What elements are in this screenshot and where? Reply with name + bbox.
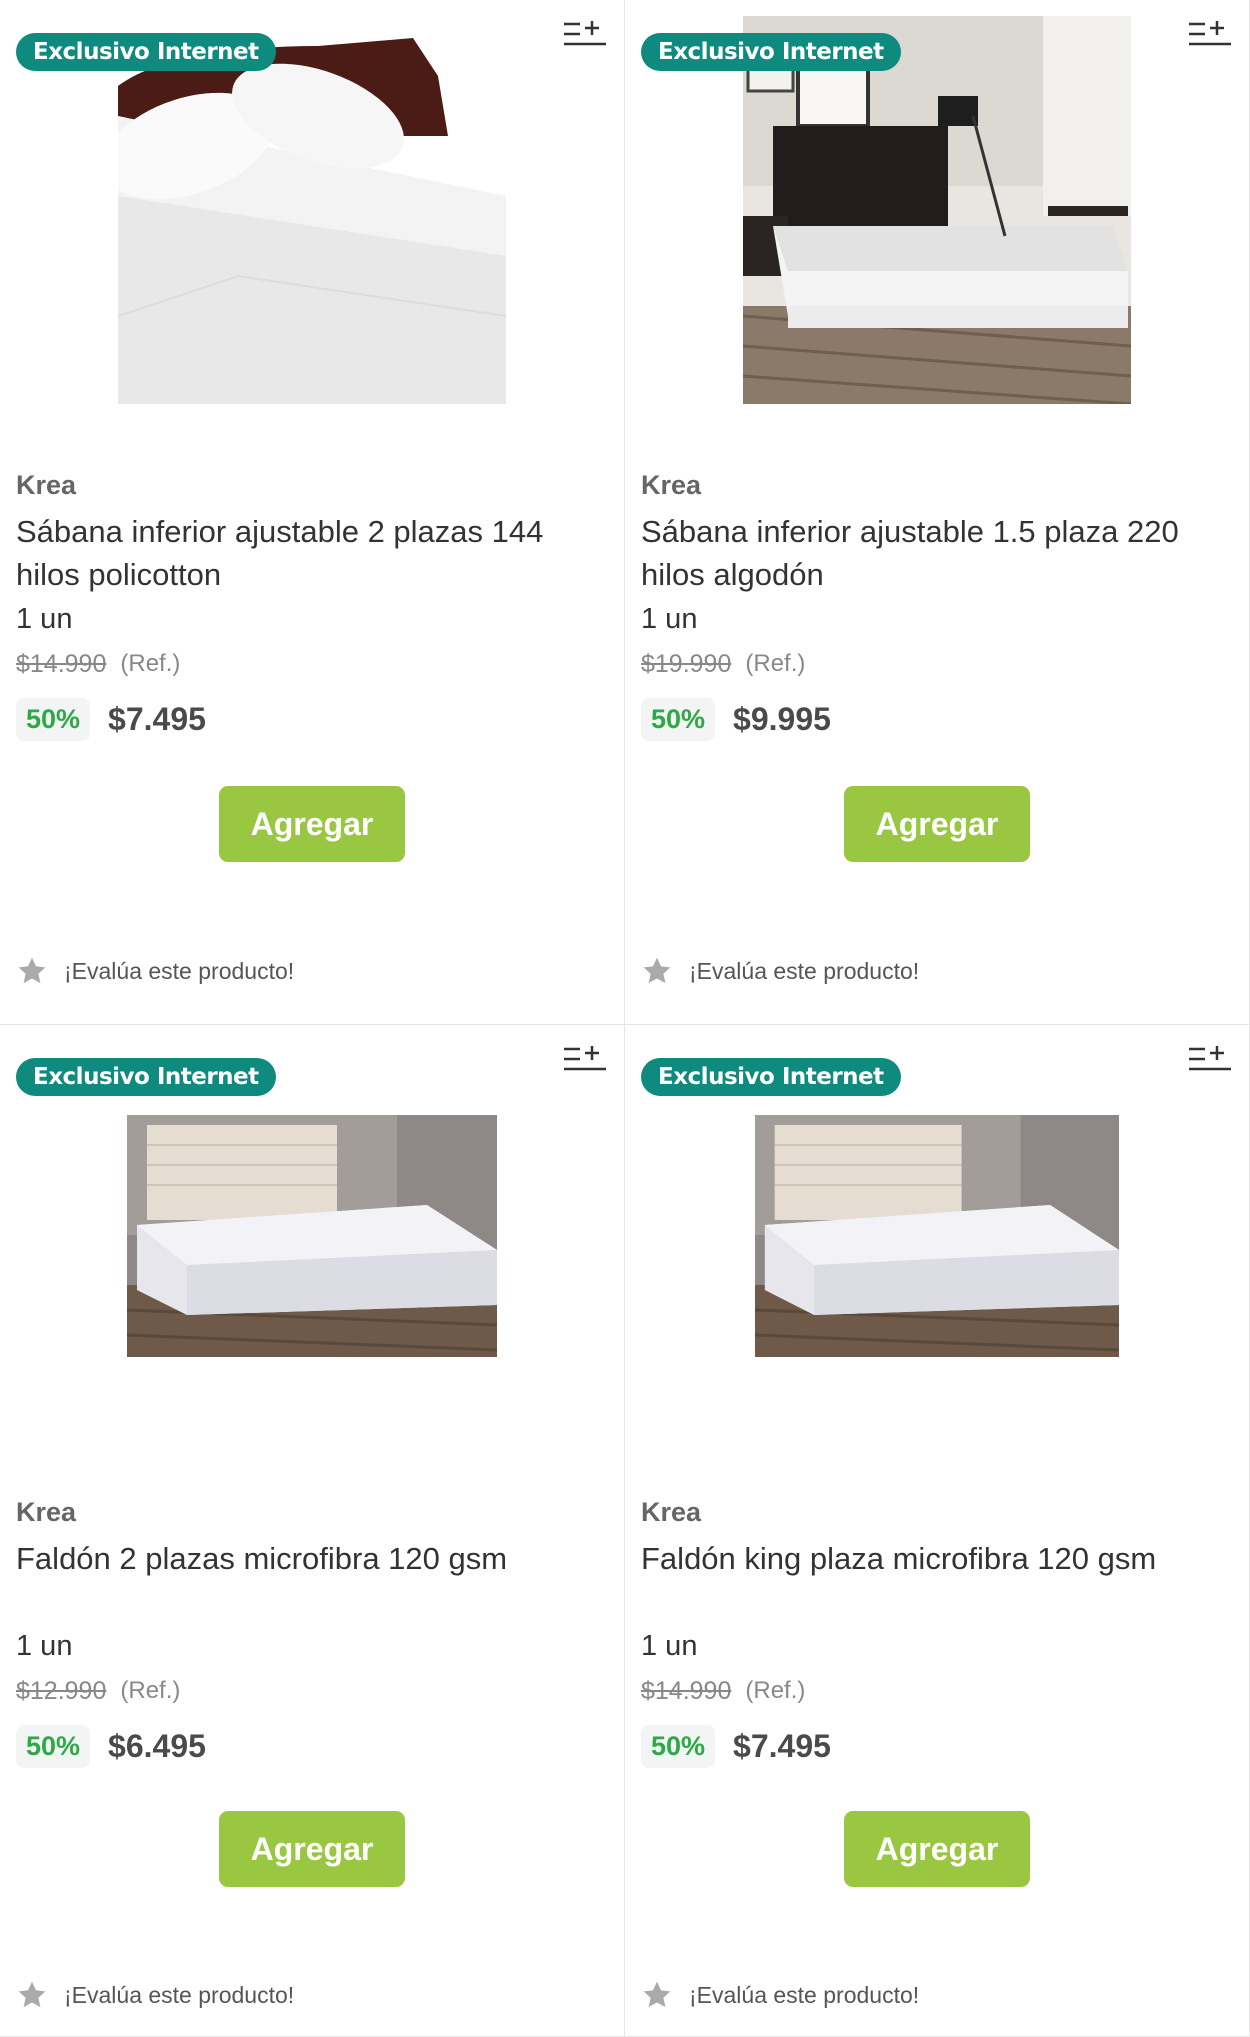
brand-name: Krea [16, 1497, 77, 1527]
product-info: Krea Sábana inferior ajustable 1.5 plaza… [641, 470, 1229, 744]
rating-row[interactable]: ¡Evalúa este producto! [16, 955, 294, 987]
sale-price: $7.495 [108, 700, 206, 737]
product-quantity: 1 un [16, 1630, 73, 1662]
product-quantity: 1 un [641, 1630, 698, 1662]
reference-price: $12.990 [16, 1676, 107, 1705]
product-card[interactable]: Exclusivo Internet Krea Sábana inferior … [0, 0, 625, 1025]
reference-price-row: $14.990 (Ref.) [16, 646, 604, 682]
price-row: 50% $6.495 [16, 1721, 604, 1771]
exclusive-badge: Exclusivo Internet [641, 33, 901, 71]
product-card[interactable]: Exclusivo Internet Krea Faldón king plaz… [625, 1025, 1250, 2037]
add-to-list-icon[interactable] [1187, 18, 1233, 52]
brand-name: Krea [641, 470, 702, 500]
rate-product-link[interactable]: ¡Evalúa este producto! [64, 1982, 294, 2009]
discount-badge: 50% [16, 697, 91, 741]
reference-price: $14.990 [16, 649, 107, 678]
product-grid: Exclusivo Internet Krea Sábana inferior … [0, 0, 1250, 2037]
product-image[interactable] [118, 16, 506, 404]
rating-row[interactable]: ¡Evalúa este producto! [641, 955, 919, 987]
product-name[interactable]: Faldón king plaza microfibra 120 gsm [641, 1537, 1229, 1623]
discount-badge: 50% [641, 697, 716, 741]
add-to-cart-button[interactable]: Agregar [219, 1811, 405, 1887]
reference-price-row: $14.990 (Ref.) [641, 1673, 1229, 1709]
discount-badge: 50% [641, 1724, 716, 1768]
price-row: 50% $9.995 [641, 694, 1229, 744]
add-to-list-icon[interactable] [1187, 1043, 1233, 1077]
star-icon[interactable] [641, 1979, 673, 2011]
product-quantity: 1 un [16, 603, 73, 635]
rate-product-link[interactable]: ¡Evalúa este producto! [64, 958, 294, 985]
brand-name: Krea [641, 1497, 702, 1527]
rating-row[interactable]: ¡Evalúa este producto! [16, 1979, 294, 2011]
add-to-cart-button[interactable]: Agregar [844, 1811, 1030, 1887]
product-name[interactable]: Sábana inferior ajustable 1.5 plaza 220 … [641, 510, 1229, 596]
product-image[interactable] [743, 16, 1131, 404]
product-image[interactable] [127, 1115, 497, 1357]
discount-badge: 50% [16, 1724, 91, 1768]
exclusive-badge: Exclusivo Internet [16, 1058, 276, 1096]
reference-price-row: $12.990 (Ref.) [16, 1673, 604, 1709]
product-name[interactable]: Sábana inferior ajustable 2 plazas 144 h… [16, 510, 604, 596]
price-row: 50% $7.495 [641, 1721, 1229, 1771]
star-icon[interactable] [641, 955, 673, 987]
exclusive-badge: Exclusivo Internet [641, 1058, 901, 1096]
sale-price: $9.995 [733, 700, 831, 737]
sale-price: $7.495 [733, 1727, 831, 1764]
star-icon[interactable] [16, 1979, 48, 2011]
exclusive-badge: Exclusivo Internet [16, 33, 276, 71]
sale-price: $6.495 [108, 1727, 206, 1764]
price-row: 50% $7.495 [16, 694, 604, 744]
reference-label: (Ref.) [120, 650, 181, 677]
product-info: Krea Sábana inferior ajustable 2 plazas … [16, 470, 604, 744]
product-image[interactable] [755, 1115, 1119, 1357]
add-to-cart-button[interactable]: Agregar [219, 786, 405, 862]
star-icon[interactable] [16, 955, 48, 987]
reference-price: $14.990 [641, 1676, 732, 1705]
brand-name: Krea [16, 470, 77, 500]
add-to-cart-button[interactable]: Agregar [844, 786, 1030, 862]
product-quantity: 1 un [641, 603, 698, 635]
product-card[interactable]: Exclusivo Internet Krea Sábana inferior … [625, 0, 1250, 1025]
add-to-list-icon[interactable] [562, 18, 608, 52]
add-to-list-icon[interactable] [562, 1043, 608, 1077]
rating-row[interactable]: ¡Evalúa este producto! [641, 1979, 919, 2011]
reference-label: (Ref.) [120, 1677, 181, 1704]
product-info: Krea Faldón 2 plazas microfibra 120 gsm … [16, 1497, 604, 1771]
product-card[interactable]: Exclusivo Internet Krea Faldón 2 plazas … [0, 1025, 625, 2037]
rate-product-link[interactable]: ¡Evalúa este producto! [689, 958, 919, 985]
reference-label: (Ref.) [745, 650, 806, 677]
reference-label: (Ref.) [745, 1677, 806, 1704]
product-info: Krea Faldón king plaza microfibra 120 gs… [641, 1497, 1229, 1771]
reference-price-row: $19.990 (Ref.) [641, 646, 1229, 682]
product-name[interactable]: Faldón 2 plazas microfibra 120 gsm [16, 1537, 604, 1623]
reference-price: $19.990 [641, 649, 732, 678]
rate-product-link[interactable]: ¡Evalúa este producto! [689, 1982, 919, 2009]
